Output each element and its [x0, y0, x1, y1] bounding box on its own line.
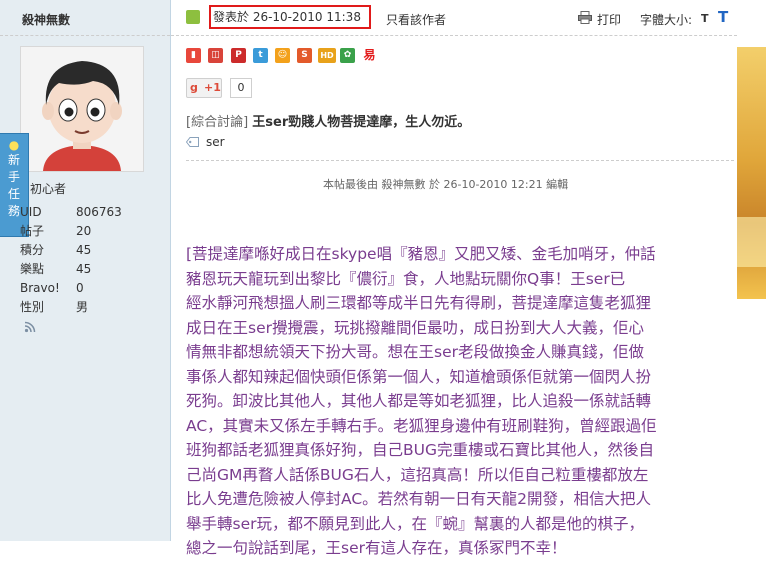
stat-key: UID [20, 205, 42, 219]
ad-graphic [737, 217, 766, 267]
share-icon-3[interactable]: P [231, 48, 246, 63]
divider [171, 35, 737, 36]
plus-one-label: +1 [204, 81, 221, 94]
post-body-line: 班狗都話老狐狸真係好狗，自己BUG完重樓或石寶比其他人，然後自 [186, 441, 654, 459]
stat-value: 男 [76, 300, 89, 314]
stat-key: Bravo! [20, 281, 60, 295]
google-plus-button[interactable]: g +1 [186, 78, 222, 98]
divider [0, 35, 170, 36]
stat-row: 性別 男 [20, 298, 150, 317]
font-small-button[interactable]: T [701, 12, 709, 25]
tag-icon [186, 137, 199, 147]
post-body-line: 總之一句說話到尾，王ser有這人存在，真係冢門不幸！ [186, 539, 567, 557]
user-rank: 初心者 [30, 182, 67, 196]
avatar-image [21, 47, 143, 171]
tag-link[interactable]: ser [206, 135, 225, 149]
share-icon-2[interactable]: ◫ [208, 48, 223, 63]
stat-value: 0 [76, 281, 84, 295]
stat-row: 樂點 45 [20, 260, 150, 279]
side-advertisement[interactable] [737, 47, 766, 299]
user-stats: UID 806763 帖子 20 積分 45 樂點 45 Bravo! 0 性別 男 [20, 203, 150, 317]
post-body-line: AC，其實未又係左手轉右手。老狐狸身邊仲有班刷鞋狗，曾經跟過佢 [186, 416, 657, 435]
stat-value[interactable]: 20 [76, 222, 91, 241]
stat-key: 積分 [20, 243, 45, 257]
divider [186, 160, 734, 161]
author-sidebar: 殺神無數 ● 新 手 任 務 初心者 UID 806763 帖子 20 積分 4… [0, 0, 171, 541]
thread-title-text: 王ser勁賤人物菩提達摩，生人勿近。 [252, 115, 471, 130]
author-username[interactable]: 殺神無數 [22, 11, 70, 28]
side-tab-char: 手 [7, 170, 20, 184]
stat-value: 45 [76, 262, 92, 276]
post-body-line: 情無非都想統領天下扮大哥。想在王ser老段做換金人賺真錢，佢做 [186, 343, 644, 361]
view-author-only-link[interactable]: 只看該作者 [386, 11, 446, 28]
post-body-line: 豬恩玩天龍玩到出黎比『儂衍』食，人地點玩關你Q事！王ser已 [186, 269, 626, 288]
stat-row: 積分 45 [20, 241, 150, 260]
post-date-highlighted: 發表於 26-10-2010 11:38 [209, 5, 371, 29]
thread-category[interactable]: [綜合討論] [186, 115, 248, 130]
stat-value: 45 [76, 243, 92, 257]
post-body-line: 事係人都知辣起個快頭佢係第一個人，知道槍頭係佢就第一個閃人扮 [186, 367, 652, 386]
rss-icon[interactable] [24, 321, 36, 333]
post-body-line: 成日在王ser攪攪震，玩挑撥離間佢最叻，成日扮到大人大義，佢心 [186, 318, 644, 337]
stat-value: 806763 [76, 205, 122, 219]
post-body: [菩提達摩喺好成日在skype唱『豬恩』又肥又矮、金毛加哨牙，仲話 豬恩玩天龍玩… [186, 242, 738, 561]
share-icon-7[interactable]: HD [318, 48, 336, 63]
stat-row: Bravo! 0 [20, 279, 150, 298]
post-body-line: 比人免遭危險被人停封AC。若然有朝一日有天龍2開發，相信大把人 [186, 490, 652, 508]
share-icon-5[interactable]: ☺ [275, 48, 290, 63]
post-body-line: 經水靜河飛想搵人刷三環都等成半日先有得刷，菩提達摩這隻老狐狸 [186, 294, 652, 312]
post-body-line: 己尚GM再瞀人話係BUG石人，這招真高！所以佢自己粒重樓都放左 [186, 465, 649, 484]
share-icon-9[interactable]: 易 [362, 48, 377, 63]
post-body-line: 死狗。卸波比其他人，其他人都是等如老狐狸，比人追殺一係就話轉 [186, 392, 652, 410]
share-icon-1[interactable]: ▮ [186, 48, 201, 63]
share-icon-4[interactable]: t [253, 48, 268, 63]
font-size-label: 字體大小: [640, 13, 693, 27]
edit-note: 本帖最後由 殺神無數 於 26-10-2010 12:21 編輯 [323, 178, 569, 191]
google-g-icon: g [190, 81, 198, 94]
thread-title: [綜合討論] 王ser勁賤人物菩提達摩，生人勿近。 [186, 111, 470, 130]
print-link[interactable]: 打印 [597, 11, 621, 28]
post-body-line: 舉手轉ser玩，都不願見到此人，在『蜿』幫裏的人都是他的棋子， [186, 514, 644, 533]
font-large-button[interactable]: T [718, 8, 728, 26]
online-status-icon [186, 10, 200, 24]
avatar[interactable] [20, 46, 144, 172]
stat-key: 性別 [20, 300, 45, 314]
post-body-line: [菩提達摩喺好成日在skype唱『豬恩』又肥又矮、金毛加哨牙，仲話 [186, 245, 656, 263]
lightbulb-icon: ● [8, 138, 20, 152]
share-icon-8[interactable]: ✿ [340, 48, 355, 63]
plus-one-count: 0 [230, 78, 252, 98]
stat-row: 帖子 20 [20, 222, 150, 241]
share-icon-6[interactable]: S [297, 48, 312, 63]
stat-key: 帖子 [20, 224, 45, 238]
stat-row: UID 806763 [20, 203, 150, 222]
stat-key: 樂點 [20, 262, 45, 276]
side-tab-char: 任 [7, 187, 20, 201]
print-icon[interactable] [578, 11, 592, 24]
side-tab-char: 新 [7, 153, 20, 167]
